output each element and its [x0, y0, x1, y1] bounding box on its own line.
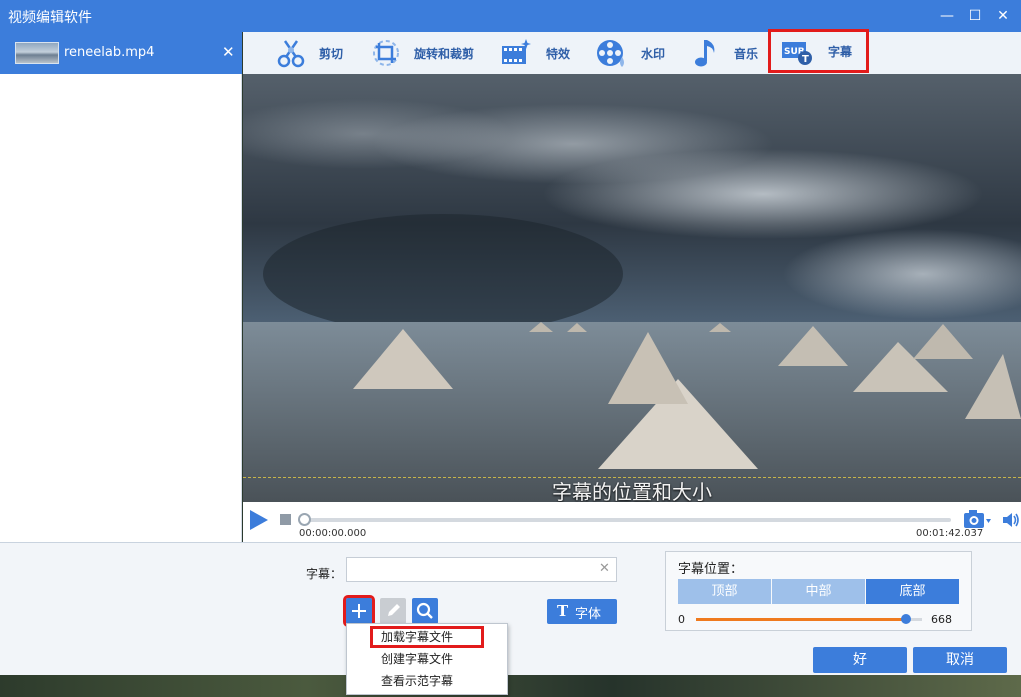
film-sparkle-icon — [502, 39, 531, 64]
position-value: 668 — [931, 613, 952, 626]
video-thumbnail — [15, 42, 59, 64]
position-middle-option[interactable]: 中部 — [772, 579, 865, 604]
file-name: reneelab.mp4 — [64, 45, 155, 60]
tab-rotate-crop-label: 旋转和裁剪 — [414, 47, 475, 61]
volume-icon[interactable] — [1001, 510, 1021, 530]
position-top-option[interactable]: 顶部 — [678, 579, 771, 604]
music-note-icon — [695, 40, 715, 67]
subtitle-sub-icon: SUB T — [782, 42, 812, 65]
add-subtitle-menu: 加载字幕文件 创建字幕文件 查看示范字幕 — [346, 623, 508, 695]
close-icon[interactable]: ✕ — [993, 6, 1013, 26]
search-icon — [416, 602, 433, 619]
window-title: 视频编辑软件 — [8, 10, 92, 26]
tab-music-label: 音乐 — [734, 47, 759, 61]
tab-cut[interactable]: 剪切 — [275, 32, 350, 74]
tab-music[interactable]: 音乐 — [690, 32, 765, 74]
snapshot-camera-icon[interactable] — [963, 508, 991, 532]
minimize-icon[interactable]: — — [937, 6, 957, 26]
ok-button[interactable]: 好 — [813, 647, 907, 673]
menu-item-sample-subtitle[interactable]: 查看示范字幕 — [347, 670, 507, 692]
tab-watermark[interactable]: 水印 — [595, 32, 670, 74]
play-icon[interactable] — [250, 510, 268, 530]
tab-cut-label: 剪切 — [319, 47, 344, 61]
font-button-label: 字体 — [575, 607, 602, 622]
file-close-icon[interactable]: ✕ — [222, 43, 235, 61]
cancel-button[interactable]: 取消 — [913, 647, 1007, 673]
font-button[interactable]: T 字体 — [547, 599, 617, 624]
tab-effects-label: 特效 — [546, 47, 571, 61]
current-time: 00:00:00.000 — [299, 528, 367, 539]
subtitle-position-title: 字幕位置： — [678, 562, 744, 577]
subtitle-label: 字幕： — [306, 567, 343, 581]
subtitle-settings-panel: 字幕： ✕ T 字体 字幕位置： 顶部 中部 底部 0 668 好 取消 — [0, 542, 1021, 675]
menu-item-create-subtitle[interactable]: 创建字幕文件 — [347, 648, 507, 670]
title-bar: 视频编辑软件 — ☐ ✕ — [0, 0, 1021, 32]
file-tab[interactable]: reneelab.mp4 ✕ — [0, 32, 242, 74]
position-slider-fill — [696, 618, 907, 621]
edit-subtitle-button[interactable] — [380, 598, 406, 624]
position-slider-handle[interactable] — [901, 614, 912, 624]
video-preview: 字幕的位置和大小 — [243, 74, 1021, 502]
plus-icon — [352, 604, 366, 618]
tab-subtitle[interactable]: SUB T 字幕 — [768, 29, 869, 73]
subtitle-preview-text[interactable]: 字幕的位置和大小 — [243, 476, 1021, 502]
maximize-icon[interactable]: ☐ — [965, 6, 985, 26]
reel-watermark-icon — [597, 40, 624, 67]
edit-toolbar: 剪切 旋转和裁剪 特效 水印 音乐 SUB T 字幕 — [243, 29, 1021, 74]
crop-rotate-icon — [373, 40, 399, 66]
position-slider-track[interactable] — [696, 618, 922, 621]
subtitle-position-group: 字幕位置： 顶部 中部 底部 0 668 — [665, 551, 972, 631]
subtitle-input[interactable] — [346, 557, 617, 582]
pencil-icon — [388, 604, 400, 616]
svg-text:T: T — [802, 54, 809, 65]
scissors-icon — [277, 40, 305, 68]
preview-subtitle-button[interactable] — [412, 598, 438, 624]
seek-bar[interactable] — [300, 518, 951, 522]
tab-effects[interactable]: 特效 — [500, 32, 575, 74]
add-subtitle-button[interactable] — [343, 595, 375, 627]
tab-subtitle-label: 字幕 — [828, 45, 853, 59]
stop-icon[interactable] — [280, 514, 291, 525]
font-t-icon: T — [557, 602, 569, 620]
video-frame — [243, 74, 1021, 502]
position-min-value: 0 — [678, 613, 685, 626]
tab-rotate-crop[interactable]: 旋转和裁剪 — [370, 32, 480, 74]
position-bottom-option[interactable]: 底部 — [866, 579, 959, 604]
seek-handle[interactable] — [298, 513, 311, 526]
tab-watermark-label: 水印 — [641, 47, 666, 61]
desktop-background — [0, 675, 1021, 697]
file-list-panel: reneelab.mp4 ✕ — [0, 32, 242, 542]
player-controls: 00:00:00.000 00:01:42.037 — [243, 502, 1021, 542]
clear-input-icon[interactable]: ✕ — [599, 561, 610, 576]
menu-item-load-subtitle[interactable]: 加载字幕文件 — [370, 626, 484, 648]
